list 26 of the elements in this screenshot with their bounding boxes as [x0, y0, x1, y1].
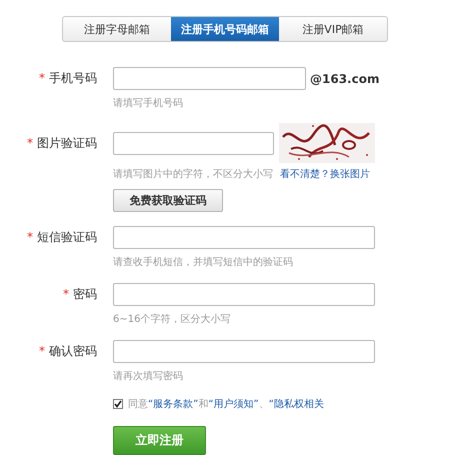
- refresh-link[interactable]: 看不清楚？换张图片: [280, 167, 370, 181]
- hint-text: 请查收手机短信，并填写短信中的验证码: [113, 256, 293, 269]
- hint-text: 6~16个字符，区分大小写: [113, 312, 230, 326]
- field-label: * 手机号码: [38, 70, 97, 87]
- phone-input[interactable]: [113, 67, 306, 90]
- tab[interactable]: 注册VIP邮箱: [279, 17, 387, 41]
- tab[interactable]: 注册字母邮箱: [63, 17, 171, 41]
- tab[interactable]: 注册手机号码邮箱: [171, 17, 279, 41]
- agreement-text: 同意“服务条款”和“用户须知”、“隐私权相关: [128, 398, 324, 411]
- password-input[interactable]: [113, 340, 375, 363]
- captcha-input[interactable]: [113, 132, 274, 154]
- field-label: * 密码: [62, 286, 97, 303]
- field-label: * 图片验证码: [26, 134, 97, 152]
- field-label: * 确认密码: [38, 343, 97, 360]
- domain-suffix: @163.com: [310, 72, 380, 86]
- terms-link[interactable]: “隐私权相关: [268, 399, 324, 410]
- sms-code-input[interactable]: [113, 226, 375, 249]
- terms-link[interactable]: “用户须知”: [208, 399, 259, 410]
- get-code-button[interactable]: 免费获取验证码: [113, 189, 223, 212]
- checkbox[interactable]: [113, 399, 123, 409]
- hint-text: 请再次填写密码: [113, 370, 183, 383]
- terms-link[interactable]: “服务条款”: [148, 399, 198, 410]
- field-label: * 短信验证码: [26, 229, 97, 246]
- hint-text: 请填写手机号码: [113, 96, 183, 110]
- password-input[interactable]: [113, 283, 375, 306]
- hint-text: 请填写图片中的字符，不区分大小写: [113, 168, 274, 181]
